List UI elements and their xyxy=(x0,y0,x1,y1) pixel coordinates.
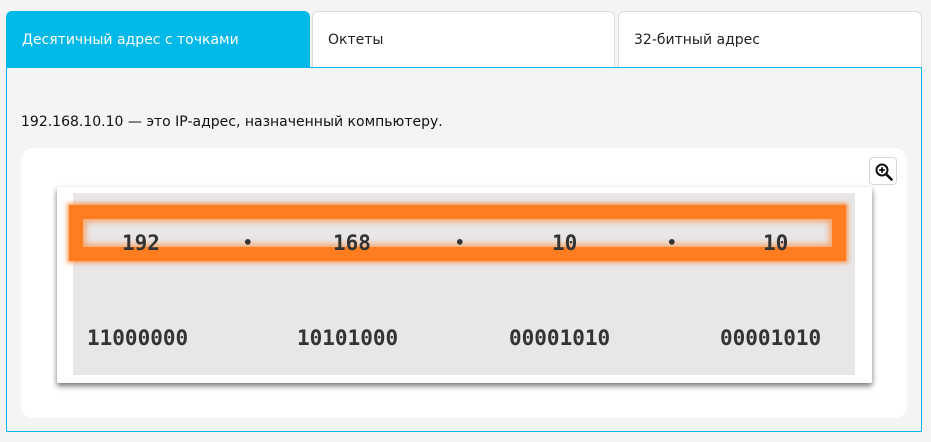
diagram-background: 192 • 168 • 10 • 10 11000000 10101000 00… xyxy=(69,193,855,375)
tab-panel: 192.168.10.10 — это IP-адрес, назначенны… xyxy=(6,67,922,432)
octet-separator-dot: • xyxy=(455,233,465,252)
tab-32-bit-address[interactable]: 32-битный адрес xyxy=(618,11,922,67)
tab-bar: Десятичный адрес с точками Октеты 32-бит… xyxy=(6,11,922,67)
ip-address-diagram: 192 • 168 • 10 • 10 11000000 10101000 00… xyxy=(57,187,872,383)
binary-octet-1: 11000000 xyxy=(87,326,189,350)
tab-octets[interactable]: Октеты xyxy=(312,11,615,67)
octet-separator-dot: • xyxy=(243,233,253,252)
zoom-button[interactable] xyxy=(869,157,897,185)
decimal-octet-4: 10 xyxy=(763,231,789,255)
tab-dotted-decimal-address[interactable]: Десятичный адрес с точками xyxy=(6,11,310,67)
decimal-octet-1: 192 xyxy=(122,231,160,255)
image-card: 192 • 168 • 10 • 10 11000000 10101000 00… xyxy=(21,148,907,418)
binary-octet-2: 10101000 xyxy=(297,326,399,350)
binary-octet-4: 00001010 xyxy=(720,326,822,350)
decimal-octet-2: 168 xyxy=(333,231,371,255)
zoom-in-icon xyxy=(875,163,893,181)
decimal-octet-3: 10 xyxy=(552,231,578,255)
binary-octet-3: 00001010 xyxy=(509,326,611,350)
description-text: 192.168.10.10 — это IP-адрес, назначенны… xyxy=(21,114,443,130)
octet-separator-dot: • xyxy=(667,233,677,252)
